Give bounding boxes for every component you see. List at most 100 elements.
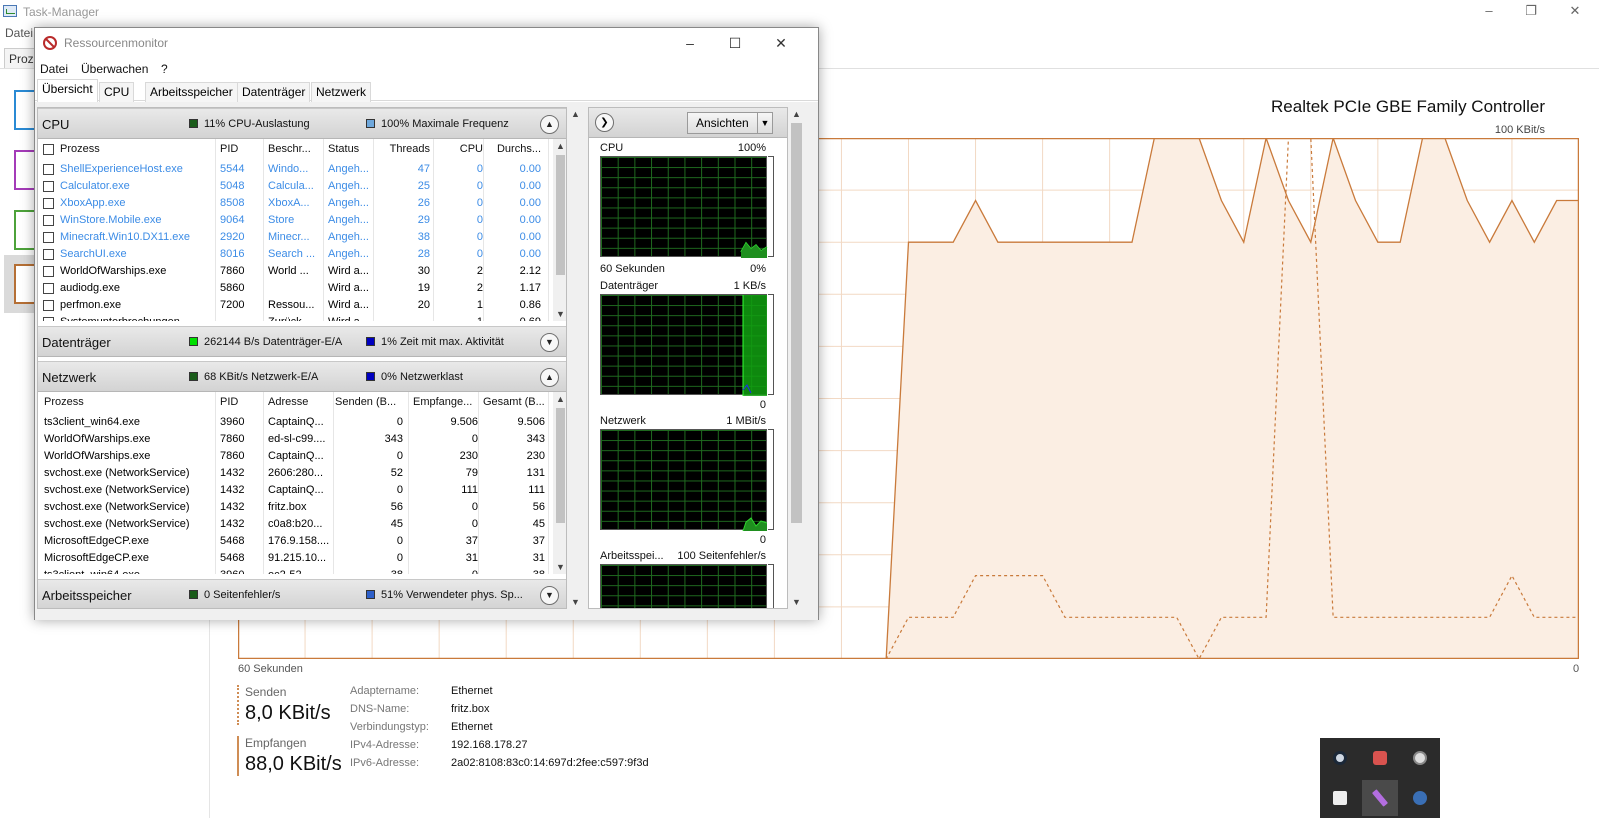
table-row[interactable]: svchost.exe (NetworkService) 1432 2606:280… [38,465,553,482]
task-manager-tab-processes[interactable]: Prozesse [4,48,38,68]
left-pane-scrollbar[interactable]: ▲ ▼ [568,107,583,609]
row-checkbox[interactable] [43,283,54,294]
views-dropdown[interactable]: Ansichten ▼ [687,112,773,134]
table-row[interactable]: WorldOfWarships.exe 7860 ed-sl-c99.... 343 0… [38,431,553,448]
disk-section-header[interactable]: Datenträger 262144 B/s Datenträger-E/A 1… [38,326,566,357]
row-checkbox[interactable] [43,215,54,226]
table-row[interactable]: ts3client_win64.exe 3960ec2-52... 38 0 38 [38,567,553,574]
table-row[interactable]: svchost.exe (NetworkService) 1432 c0a8:b20… [38,516,553,533]
sidebar-item-disk[interactable] [14,210,36,250]
row-checkbox[interactable] [43,266,54,277]
scroll-up-icon[interactable]: ▲ [553,394,566,404]
table-row[interactable]: audiodg.exe 5860 Wird a... 19 2 1.17 [38,280,553,297]
column-header[interactable]: Empfange... [413,396,472,408]
table-row[interactable]: Minecraft.Win10.DX11.exe 2920 Minecr... Ang… [38,229,553,246]
scroll-down-icon[interactable]: ▼ [568,597,583,607]
table-row[interactable]: WinStore.Mobile.exe 9064 Store Angeh... 29 0 0… [38,212,553,229]
column-header[interactable]: Status [328,143,359,155]
feather-icon[interactable] [1362,780,1398,816]
row-checkbox[interactable] [43,300,54,311]
sidebar-item-ethernet-selected[interactable] [4,255,36,313]
tab-uebersicht[interactable]: Übersicht [37,79,98,102]
orb-icon[interactable] [1402,780,1438,816]
scroll-down-icon[interactable]: ▼ [553,562,566,572]
sidebar-item-ethernet[interactable] [14,264,36,304]
tab-cpu[interactable]: CPU [99,82,135,102]
table-row[interactable]: svchost.exe (NetworkService) 1432 fritz.bo… [38,499,553,516]
steam-icon[interactable] [1322,740,1358,776]
sidebar-item-memory[interactable] [14,150,36,190]
table-row[interactable]: ShellExperienceHost.exe 5544 Windo... Angeh… [38,161,553,178]
scroll-thumb[interactable] [556,155,565,275]
scroll-up-icon[interactable]: ▲ [789,109,804,119]
column-header[interactable]: Beschr... [268,143,311,155]
close-button[interactable]: ✕ [1557,2,1593,22]
cpu-section-header[interactable]: CPU 11% CPU-Auslastung 100% Maximale Fre… [38,108,566,139]
network-section-header[interactable]: Netzwerk 68 KBit/s Netzwerk-E/A 0% Netzw… [38,361,566,392]
detail-key: IPv4-Adresse: [350,739,420,751]
menu-help[interactable]: ? [161,62,168,76]
row-checkbox[interactable] [43,232,54,243]
table-cell: 3960 [220,416,245,428]
cpu-frequency-text: 100% Maximale Frequenz [381,118,509,130]
column-header[interactable]: PID [220,143,238,155]
table-row[interactable]: Systemunterbrechungen-Zurück...Wird a...… [38,314,553,321]
table-row[interactable]: svchost.exe (NetworkService) 1432 CaptainQ… [38,482,553,499]
column-header[interactable]: Prozess [60,143,100,155]
display-tool-icon[interactable] [1322,780,1358,816]
collapse-up-icon[interactable]: ▲ [540,115,559,134]
graph-pane-scrollbar[interactable]: ▲ ▼ [789,107,804,609]
column-header[interactable]: Threads [378,143,430,155]
headset-icon[interactable] [1402,740,1438,776]
column-header[interactable]: PID [220,396,238,408]
column-header[interactable]: Durchs... [486,143,541,155]
table-row[interactable]: Calculator.exe 5048 Calcula... Angeh... 25 0 0… [38,178,553,195]
chevron-down-icon[interactable]: ▼ [757,113,772,133]
select-all-checkbox[interactable] [43,144,54,155]
table-row[interactable]: ts3client_win64.exe 3960 CaptainQ... 0 9.506… [38,414,553,431]
column-header[interactable]: Prozess [44,396,84,408]
row-checkbox[interactable] [43,317,54,321]
expand-down-icon[interactable]: ▼ [540,586,559,605]
row-checkbox[interactable] [43,164,54,175]
column-header[interactable]: CPU [438,143,483,155]
table-row[interactable]: MicrosoftEdgeCP.exe 5468 91.215.10... 0 31 31 [38,550,553,567]
table-row[interactable]: XboxApp.exe 8508 XboxA... Angeh... 26 0 0.00 [38,195,553,212]
network-table-scrollbar[interactable]: ▲ ▼ [553,392,566,574]
rm-close-button[interactable]: ✕ [766,32,796,54]
tab-arbeitsspeicher[interactable]: Arbeitsspeicher [145,82,238,102]
tab-datentraeger[interactable]: Datenträger [237,82,311,102]
memory-section-header[interactable]: Arbeitsspeicher 0 Seitenfehler/s 51% Ver… [38,579,566,608]
maximize-button[interactable]: ❐ [1513,2,1549,22]
menu-datei[interactable]: Datei [40,62,68,76]
column-header[interactable]: Adresse [268,396,308,408]
scroll-thumb[interactable] [556,408,565,523]
table-row[interactable]: MicrosoftEdgeCP.exe 5468 176.9.158.... 0 37 3… [38,533,553,550]
rm-minimize-button[interactable]: – [675,32,705,54]
column-header[interactable]: Gesamt (B... [483,396,545,408]
tab-netzwerk[interactable]: Netzwerk [311,82,372,102]
scroll-down-icon[interactable]: ▼ [553,309,566,319]
scroll-down-icon[interactable]: ▼ [789,597,804,607]
menu-ueberwachen[interactable]: Überwachen [81,62,148,76]
sidebar-item-cpu[interactable] [14,90,36,130]
expand-pane-icon[interactable]: ❯ [595,113,614,132]
column-header[interactable]: Senden (B... [335,396,396,408]
expand-down-icon[interactable]: ▼ [540,333,559,352]
row-checkbox[interactable] [43,181,54,192]
gamepad-icon[interactable] [1362,740,1398,776]
table-row[interactable]: SearchUI.exe 8016 Search ... Angeh... 28 0 0.0… [38,246,553,263]
table-row[interactable]: WorldOfWarships.exe 7860 World ... Wird a..… [38,263,553,280]
scroll-up-icon[interactable]: ▲ [568,109,583,119]
minimize-button[interactable]: – [1471,2,1507,22]
table-row[interactable]: perfmon.exe 7200 Ressou... Wird a... 20 1 0.86 [38,297,553,314]
collapse-up-icon[interactable]: ▲ [540,368,559,387]
scroll-up-icon[interactable]: ▲ [553,141,566,151]
row-checkbox[interactable] [43,249,54,260]
scroll-thumb[interactable] [791,123,802,523]
row-checkbox[interactable] [43,198,54,209]
cpu-table-scrollbar[interactable]: ▲ ▼ [553,139,566,321]
table-row[interactable]: WorldOfWarships.exe 7860 CaptainQ... 0 230 23… [38,448,553,465]
task-manager-menu-datei[interactable]: Datei [5,26,33,40]
rm-maximize-button[interactable]: ☐ [720,32,750,54]
